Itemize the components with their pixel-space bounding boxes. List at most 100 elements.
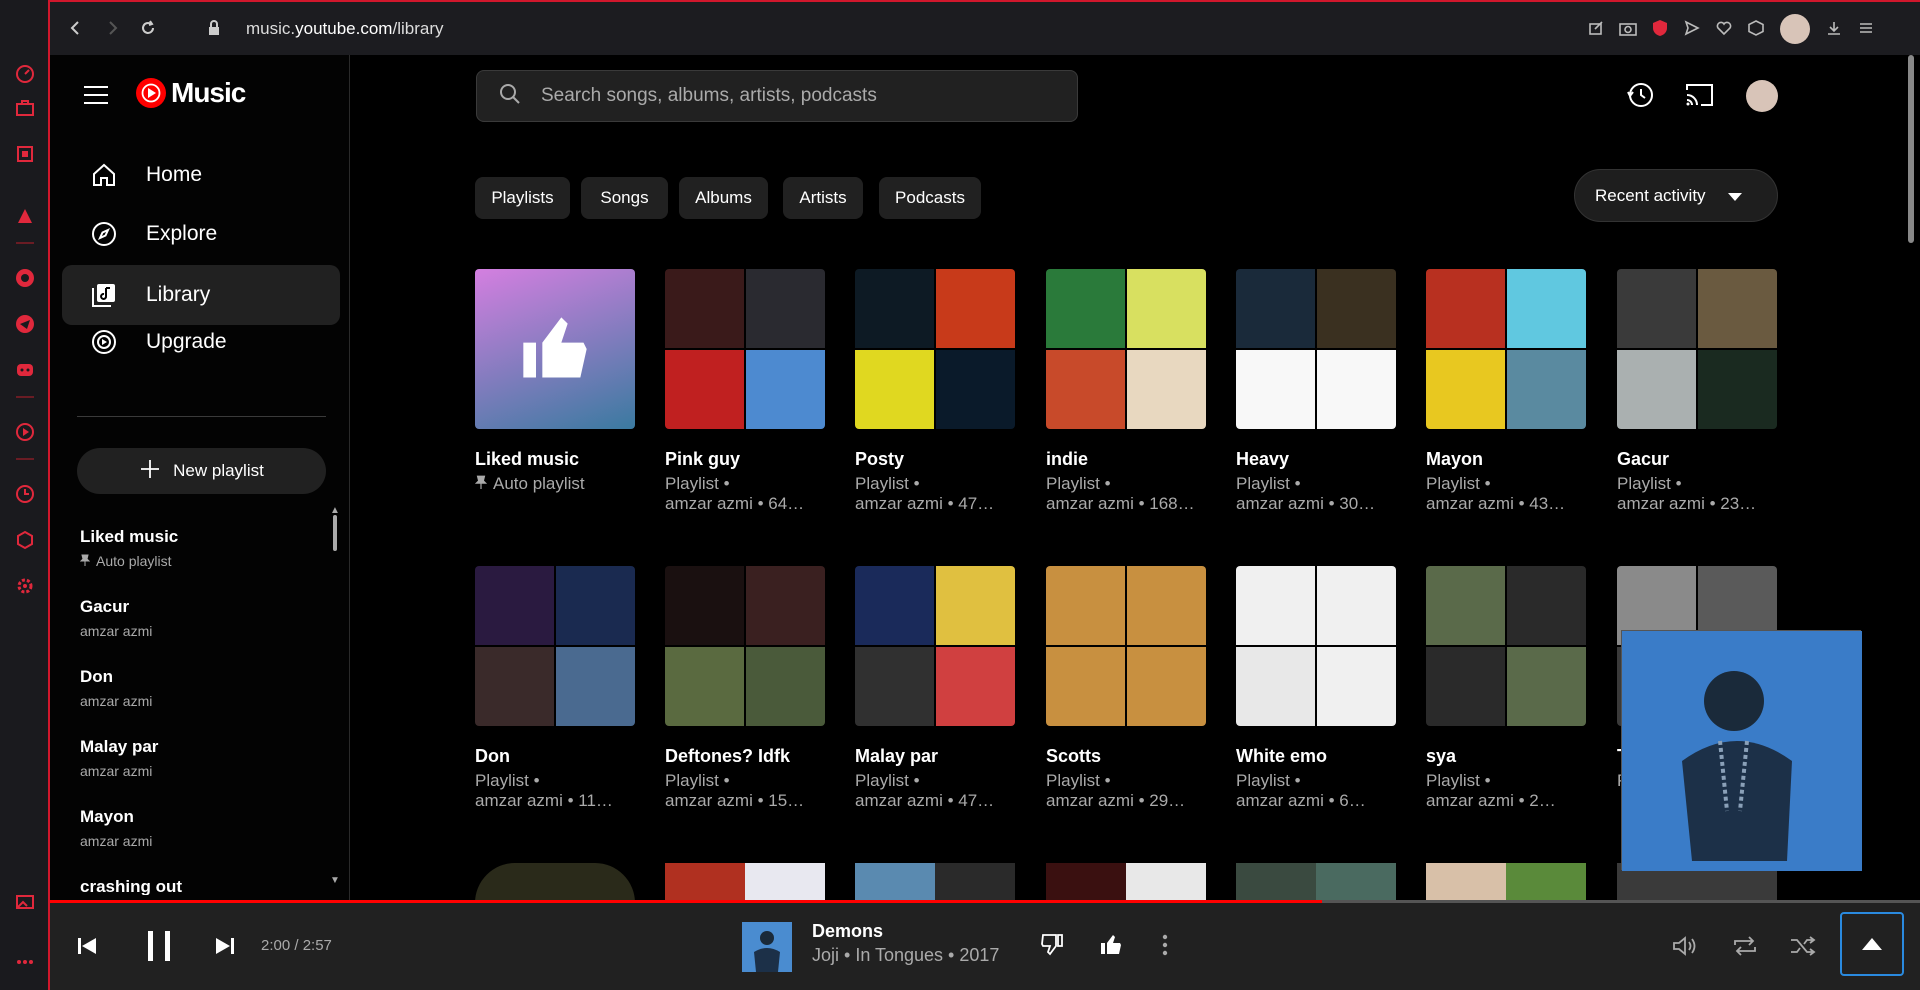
playlist-card[interactable]: Gacur Playlist • amzar azmi • 23… bbox=[1617, 269, 1777, 514]
search-input[interactable]: Search songs, albums, artists, podcasts bbox=[476, 70, 1078, 122]
playlist-card[interactable]: White emo Playlist • amzar azmi • 6… bbox=[1236, 566, 1396, 811]
playlist-title[interactable]: Deftones? Idfk bbox=[665, 746, 825, 767]
pause-button[interactable] bbox=[140, 927, 178, 965]
expand-player-button[interactable] bbox=[1840, 912, 1904, 976]
playlist-thumbnail[interactable] bbox=[665, 566, 825, 726]
reload-icon[interactable] bbox=[136, 16, 160, 40]
playlist-card[interactable]: Scotts Playlist • amzar azmi • 29… bbox=[1046, 566, 1206, 811]
playlist-title[interactable]: Malay par bbox=[855, 746, 1015, 767]
filter-chip-playlists[interactable]: Playlists bbox=[475, 177, 570, 219]
cast-icon[interactable] bbox=[1685, 82, 1715, 108]
history-icon[interactable] bbox=[1626, 80, 1656, 110]
sort-dropdown[interactable]: Recent activity bbox=[1574, 169, 1778, 222]
playlist-thumbnail[interactable] bbox=[475, 269, 635, 429]
nav-explore[interactable]: Explore bbox=[62, 204, 340, 264]
playlist-thumbnail[interactable] bbox=[1046, 863, 1206, 900]
settings-icon[interactable] bbox=[13, 574, 37, 598]
library-item-gacur[interactable]: Gacur amzar azmi bbox=[80, 597, 152, 639]
download-icon[interactable] bbox=[1822, 16, 1846, 40]
playlist-card[interactable]: Pink guy Playlist • amzar azmi • 64… bbox=[665, 269, 825, 514]
playlist-thumbnail[interactable] bbox=[475, 863, 635, 900]
video-miniplayer[interactable] bbox=[1621, 630, 1862, 871]
playlist-card[interactable]: sya Playlist • amzar azmi • 2… bbox=[1426, 566, 1586, 811]
filter-chip-songs[interactable]: Songs bbox=[581, 177, 668, 219]
playlist-title[interactable]: Posty bbox=[855, 449, 1015, 470]
page-scrollbar-thumb[interactable] bbox=[1908, 55, 1914, 243]
filter-chip-albums[interactable]: Albums bbox=[679, 177, 768, 219]
whatsapp-icon[interactable] bbox=[13, 266, 37, 290]
playlist-title[interactable]: sya bbox=[1426, 746, 1586, 767]
more-options-button[interactable] bbox=[1155, 931, 1175, 959]
playlist-title[interactable]: Pink guy bbox=[665, 449, 825, 470]
track-title[interactable]: Demons bbox=[812, 921, 883, 942]
scroll-down-icon[interactable]: ▼ bbox=[330, 875, 340, 886]
playlist-thumbnail[interactable] bbox=[1426, 269, 1586, 429]
playlist-thumbnail[interactable] bbox=[1046, 566, 1206, 726]
playlist-thumbnail[interactable] bbox=[1236, 269, 1396, 429]
next-button[interactable] bbox=[210, 931, 240, 961]
extensions-icon[interactable] bbox=[13, 528, 37, 552]
telegram-icon[interactable] bbox=[13, 312, 37, 336]
profile-avatar[interactable] bbox=[1780, 14, 1810, 44]
playlist-thumbnail[interactable] bbox=[855, 566, 1015, 726]
repeat-button[interactable] bbox=[1730, 931, 1760, 961]
playlist-title[interactable]: Scotts bbox=[1046, 746, 1206, 767]
library-item-crashing-out[interactable]: crashing out bbox=[80, 877, 182, 895]
speed-dial-icon[interactable] bbox=[13, 62, 37, 86]
cube-icon[interactable] bbox=[1744, 16, 1768, 40]
playlist-card[interactable]: Don Playlist • amzar azmi • 11… bbox=[475, 566, 635, 811]
track-meta[interactable]: Joji • In Tongues • 2017 bbox=[812, 945, 999, 966]
address-bar[interactable]: music.youtube.com/library bbox=[246, 19, 443, 39]
playlist-thumbnail[interactable] bbox=[855, 269, 1015, 429]
playlist-title[interactable]: Gacur bbox=[1617, 449, 1777, 470]
discord-icon[interactable] bbox=[13, 358, 37, 382]
playlist-card[interactable]: Posty Playlist • amzar azmi • 47… bbox=[855, 269, 1015, 514]
heart-icon[interactable] bbox=[1712, 16, 1736, 40]
library-item-liked-music[interactable]: Liked music Auto playlist bbox=[79, 527, 178, 569]
now-playing-thumbnail[interactable] bbox=[742, 922, 792, 972]
playlist-thumbnail[interactable] bbox=[1236, 863, 1396, 900]
playlist-title[interactable]: indie bbox=[1046, 449, 1206, 470]
scroll-up-icon[interactable]: ▲ bbox=[330, 505, 340, 516]
nav-home[interactable]: Home bbox=[62, 145, 340, 205]
playlist-thumbnail[interactable] bbox=[1236, 566, 1396, 726]
playlist-card[interactable]: Deftones? Idfk Playlist • amzar azmi • 15… bbox=[665, 566, 825, 811]
menu-icon[interactable] bbox=[84, 85, 108, 105]
forward-icon[interactable] bbox=[100, 16, 124, 40]
playlist-card[interactable]: Mayon Playlist • amzar azmi • 43… bbox=[1426, 269, 1586, 514]
dislike-button[interactable] bbox=[1038, 930, 1066, 958]
library-item-mayon[interactable]: Mayon amzar azmi bbox=[80, 807, 152, 849]
aria-icon[interactable] bbox=[13, 204, 37, 228]
playlist-thumbnail[interactable] bbox=[1617, 269, 1777, 429]
image-icon[interactable] bbox=[13, 890, 37, 914]
send-icon[interactable] bbox=[1680, 16, 1704, 40]
playlist-title[interactable]: Heavy bbox=[1236, 449, 1396, 470]
nav-upgrade[interactable]: Upgrade bbox=[62, 312, 340, 372]
filter-chip-artists[interactable]: Artists bbox=[783, 177, 863, 219]
playlist-title[interactable]: Liked music bbox=[475, 449, 635, 470]
library-item-don[interactable]: Don amzar azmi bbox=[80, 667, 152, 709]
volume-button[interactable] bbox=[1670, 931, 1700, 961]
adblock-icon[interactable] bbox=[1648, 16, 1672, 40]
history-icon[interactable] bbox=[13, 482, 37, 506]
playlist-card[interactable]: indie Playlist • amzar azmi • 168… bbox=[1046, 269, 1206, 514]
app-logo[interactable]: Music bbox=[135, 77, 246, 109]
library-item-malay-par[interactable]: Malay par amzar azmi bbox=[80, 737, 158, 779]
library-scrollbar[interactable] bbox=[333, 515, 337, 551]
briefcase-icon[interactable] bbox=[13, 96, 37, 120]
playlist-card[interactable]: Heavy Playlist • amzar azmi • 30… bbox=[1236, 269, 1396, 514]
back-icon[interactable] bbox=[64, 16, 88, 40]
previous-button[interactable] bbox=[72, 931, 102, 961]
player-icon[interactable] bbox=[13, 420, 37, 444]
playlist-title[interactable]: White emo bbox=[1236, 746, 1396, 767]
easy-setup-icon[interactable] bbox=[1854, 16, 1878, 40]
playlist-card[interactable]: Malay par Playlist • amzar azmi • 47… bbox=[855, 566, 1015, 811]
playlist-thumbnail[interactable] bbox=[1426, 863, 1586, 900]
playlist-title[interactable]: Mayon bbox=[1426, 449, 1586, 470]
chip-icon[interactable] bbox=[13, 142, 37, 166]
playlist-thumbnail[interactable] bbox=[1046, 269, 1206, 429]
like-button[interactable] bbox=[1097, 931, 1125, 959]
playlist-card[interactable]: Liked music Auto playlist bbox=[475, 269, 635, 494]
playlist-thumbnail[interactable] bbox=[855, 863, 1015, 900]
more-icon[interactable] bbox=[13, 950, 37, 974]
